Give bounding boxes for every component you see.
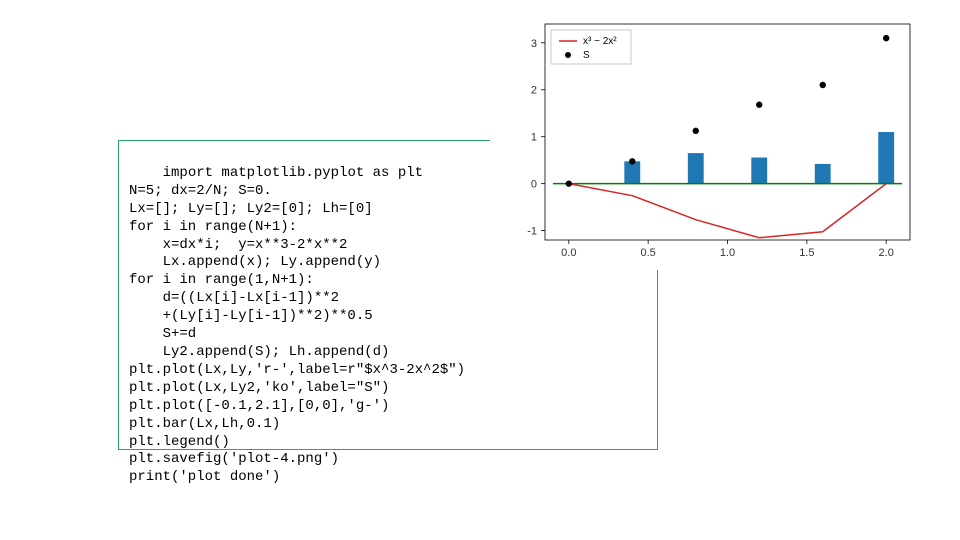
code-line: plt.plot(Lx,Ly2,'ko',label="S"): [129, 380, 389, 396]
svg-text:2.0: 2.0: [879, 247, 894, 259]
plot-svg: 0.0 0.5 1.0 1.5 2.0 -1 0 1 2 3 x³ − 2x² S: [490, 10, 920, 270]
svg-text:-1: -1: [527, 226, 537, 238]
code-line: plt.plot(Lx,Ly,'r-',label=r"$x^3-2x^2$"): [129, 362, 465, 378]
svg-text:1.0: 1.0: [720, 247, 735, 259]
code-line: plt.bar(Lx,Lh,0.1): [129, 416, 280, 432]
code-line: N=5; dx=2/N; S=0.: [129, 183, 272, 199]
svg-text:2: 2: [531, 85, 537, 97]
matplotlib-plot: 0.0 0.5 1.0 1.5 2.0 -1 0 1 2 3 x³ − 2x² S: [490, 10, 920, 270]
slide: import matplotlib.pyplot as plt N=5; dx=…: [0, 0, 960, 540]
code-line: S+=d: [129, 326, 196, 342]
svg-text:3: 3: [531, 38, 537, 50]
svg-text:0.5: 0.5: [641, 247, 656, 259]
code-line: Lx.append(x); Ly.append(y): [129, 254, 381, 270]
svg-text:0: 0: [531, 179, 537, 191]
code-line: +(Ly[i]-Ly[i-1])**2)**0.5: [129, 308, 373, 324]
svg-text:x³ − 2x²: x³ − 2x²: [583, 36, 617, 47]
code-line: for i in range(N+1):: [129, 219, 297, 235]
code-line: plt.savefig('plot-4.png'): [129, 451, 339, 467]
code-line: d=((Lx[i]-Lx[i-1])**2: [129, 290, 339, 306]
svg-text:S: S: [583, 50, 590, 61]
svg-text:1: 1: [531, 132, 537, 144]
svg-text:1.5: 1.5: [799, 247, 814, 259]
code-line: for i in range(1,N+1):: [129, 272, 314, 288]
code-line: Ly2.append(S); Lh.append(d): [129, 344, 389, 360]
code-line: Lx=[]; Ly=[]; Ly2=[0]; Lh=[0]: [129, 201, 373, 217]
code-line: plt.plot([-0.1,2.1],[0,0],'g-'): [129, 398, 389, 414]
code-line: x=dx*i; y=x**3-2*x**2: [129, 237, 347, 253]
code-line: print('plot done'): [129, 469, 280, 485]
svg-text:0.0: 0.0: [561, 247, 576, 259]
code-line: plt.legend(): [129, 434, 230, 450]
code-line: import matplotlib.pyplot as plt: [163, 165, 423, 181]
